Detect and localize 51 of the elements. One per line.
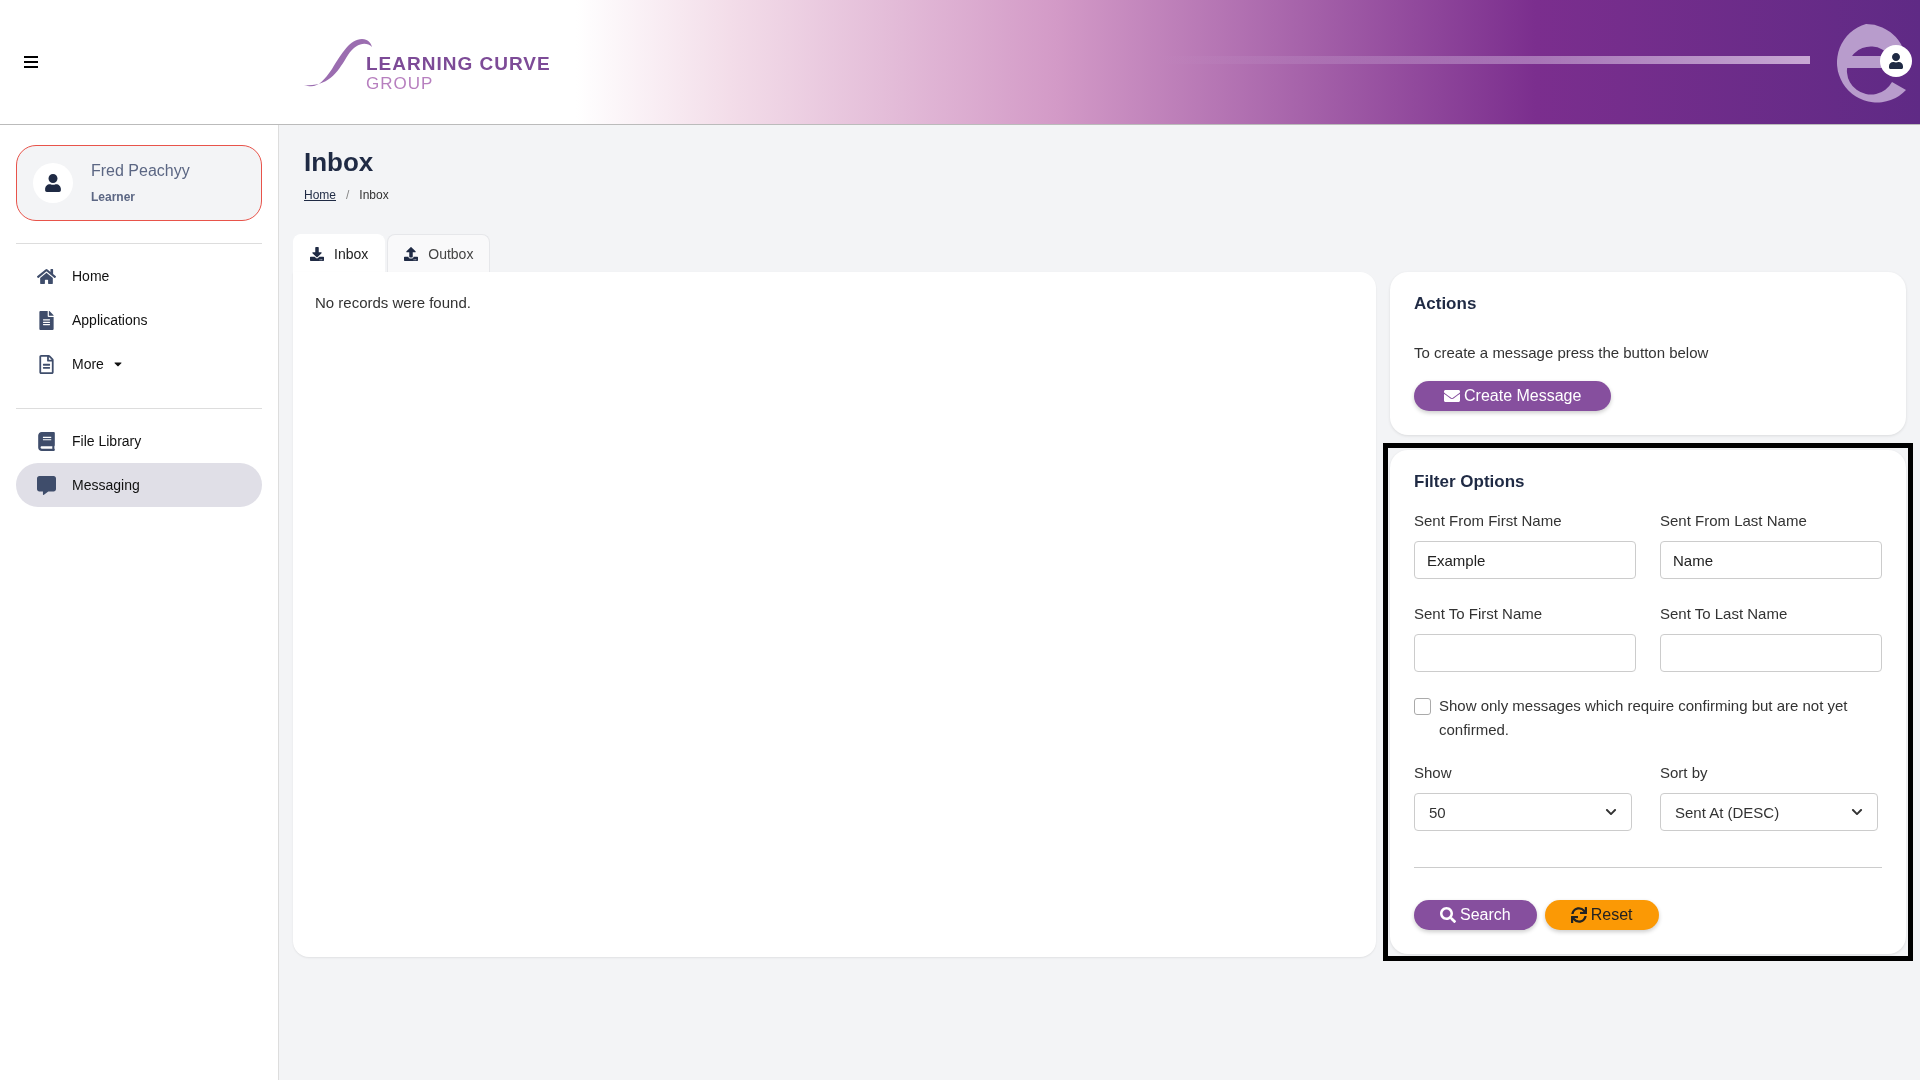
logo-text: LEARNING CURVE — [366, 54, 551, 73]
document-icon — [36, 354, 56, 374]
user-icon — [1888, 53, 1904, 69]
account-button[interactable] — [1880, 45, 1912, 77]
field-label: Sent From First Name — [1414, 512, 1563, 529]
field-label: Sort by — [1660, 764, 1709, 781]
logo-subtext: GROUP — [366, 75, 435, 92]
tab[interactable]: Inbox — [293, 234, 386, 272]
user-name: Fred Peachyy — [91, 162, 190, 180]
select-field[interactable]: Sent At (DESC) — [1660, 793, 1878, 831]
input-field[interactable] — [1414, 634, 1636, 672]
sidebar-item[interactable]: More — [16, 342, 262, 386]
field-label: Sent To First Name — [1414, 605, 1544, 622]
tab[interactable]: Outbox — [387, 234, 491, 272]
download-icon — [310, 246, 324, 261]
breadcrumb-current: Inbox — [359, 188, 389, 202]
empty-message: No records were found. — [315, 294, 472, 311]
input-field[interactable] — [1660, 634, 1882, 672]
search-button[interactable]: Search — [1414, 900, 1537, 930]
breadcrumb-separator: / — [346, 188, 350, 202]
speech-bubble-icon — [36, 475, 56, 495]
field-label: Sent From Last Name — [1660, 512, 1808, 529]
checkbox-label: Show only messages which require confirming but are not yet confirmed. — [1439, 696, 1849, 740]
field-label: Sent To Last Name — [1660, 605, 1789, 622]
select-field[interactable]: 50 — [1414, 793, 1632, 831]
chevron-down-icon — [1604, 806, 1617, 818]
create-message-button[interactable]: Create Message — [1414, 381, 1612, 411]
input-field[interactable]: Name — [1660, 541, 1882, 579]
sidebar-item[interactable]: Home — [16, 254, 262, 298]
document-icon — [36, 310, 56, 330]
card-title: Filter Options — [1414, 472, 1526, 492]
menu-icon — [24, 56, 38, 68]
page-title: Inbox — [304, 147, 375, 178]
chevron-down-icon — [1850, 806, 1863, 818]
envelope-icon — [1444, 388, 1460, 404]
upload-icon — [404, 246, 419, 261]
field-label: Show — [1414, 764, 1453, 781]
reset-button[interactable]: Reset — [1544, 900, 1659, 930]
sidebar-item[interactable]: File Library — [16, 419, 262, 463]
refresh-icon — [1570, 907, 1587, 923]
user-icon — [44, 174, 62, 192]
breadcrumb-link[interactable]: Home — [304, 188, 336, 202]
card-title: Actions — [1414, 294, 1478, 314]
search-icon — [1440, 907, 1456, 923]
card-text: To create a message press the button below — [1414, 344, 1710, 361]
home-icon — [36, 266, 56, 286]
input-field[interactable]: Example — [1414, 541, 1636, 579]
sidebar-item[interactable]: Applications — [16, 298, 262, 342]
user-role: Learner — [91, 190, 137, 204]
checkbox[interactable] — [1414, 698, 1431, 715]
sidebar-item[interactable]: Messaging — [16, 463, 262, 507]
